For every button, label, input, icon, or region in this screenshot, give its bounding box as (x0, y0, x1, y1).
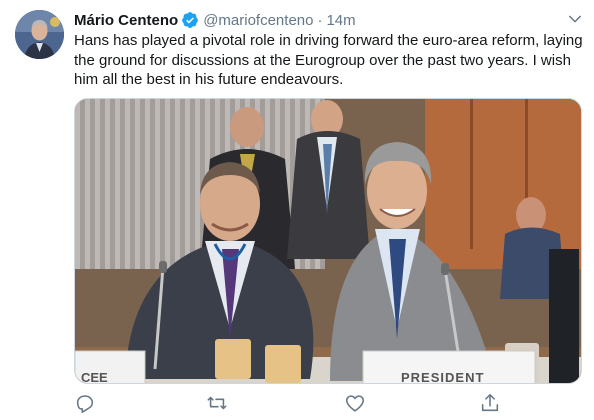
avatar[interactable] (15, 10, 64, 59)
timestamp[interactable]: 14m (326, 12, 355, 29)
tweet[interactable]: Mário Centeno @mariofcenteno · 14m Hans … (0, 0, 594, 420)
heart-icon[interactable] (344, 392, 366, 414)
user-handle[interactable]: @mariofcenteno (203, 12, 313, 29)
retweet-icon[interactable] (206, 392, 228, 414)
tweet-text: Hans has played a pivotal role in drivin… (74, 32, 583, 88)
verified-badge-icon (181, 11, 199, 29)
chevron-down-icon[interactable] (566, 10, 584, 28)
tweet-photo[interactable]: CEE PRESIDENT (74, 98, 582, 384)
nameplate-right: PRESIDENT (401, 370, 484, 384)
tweet-header: Mário Centeno @mariofcenteno · 14m (74, 10, 356, 30)
tweet-actions (74, 392, 584, 414)
separator-dot: · (317, 11, 323, 29)
display-name[interactable]: Mário Centeno (74, 12, 178, 29)
share-icon[interactable] (479, 392, 501, 414)
nameplate-left: CEE (81, 370, 108, 384)
reply-icon[interactable] (74, 392, 96, 414)
